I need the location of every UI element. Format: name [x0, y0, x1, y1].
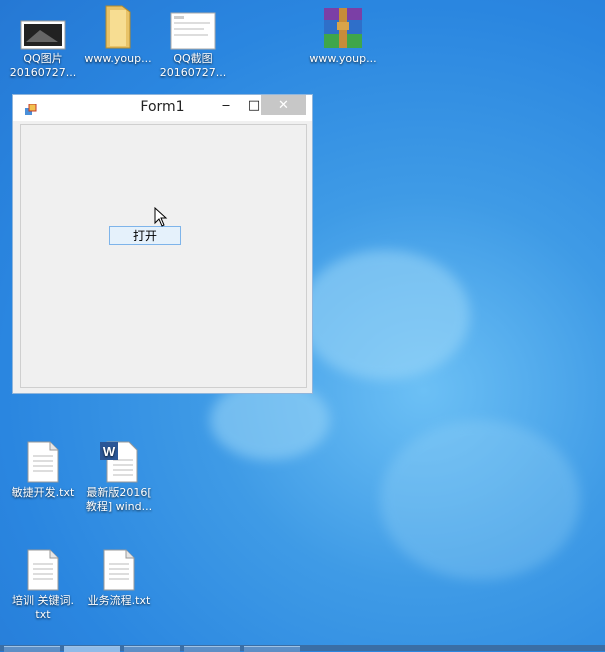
desktop-icon-folder[interactable]: www.youp... — [80, 2, 156, 66]
desktop-icon-agile-txt[interactable]: 敏捷开发.txt — [5, 436, 81, 500]
desktop-icon-qq-screenshot[interactable]: QQ截图 20160727... — [155, 2, 231, 80]
taskbar[interactable] — [0, 645, 605, 652]
taskbar-item[interactable] — [4, 646, 60, 652]
folder-icon — [94, 2, 142, 50]
taskbar-item[interactable] — [184, 646, 240, 652]
desktop-icon-qq-image[interactable]: QQ图片 20160727... — [5, 2, 81, 80]
wallpaper-splash — [300, 250, 470, 380]
desktop-icon-winrar[interactable]: www.youp... — [305, 2, 381, 66]
svg-text:W: W — [103, 444, 116, 459]
form-client-area: 打开 — [20, 124, 307, 388]
text-file-icon — [95, 544, 143, 592]
qq-screenshot-icon — [169, 2, 217, 50]
word-document-icon: W — [95, 436, 143, 484]
desktop-icon-word-doc[interactable]: W 最新版2016[ 教程] wind... — [81, 436, 157, 514]
desktop-icon-training-txt[interactable]: 培训 关键词. txt — [5, 544, 81, 622]
qq-image-icon — [19, 2, 67, 50]
mouse-cursor-icon — [154, 207, 168, 227]
taskbar-item[interactable] — [244, 646, 300, 652]
title-bar[interactable]: Form1 ‒ □ ✕ — [13, 95, 312, 121]
form1-window[interactable]: Form1 ‒ □ ✕ 打开 — [12, 94, 313, 394]
taskbar-item[interactable] — [64, 646, 120, 652]
close-button[interactable]: ✕ — [261, 95, 306, 115]
text-file-icon — [19, 544, 67, 592]
desktop-icon-process-txt[interactable]: 业务流程.txt — [81, 544, 157, 608]
taskbar-item[interactable] — [124, 646, 180, 652]
open-button[interactable]: 打开 — [109, 226, 181, 245]
winrar-archive-icon — [319, 2, 367, 50]
wallpaper-splash — [380, 420, 580, 580]
minimize-button[interactable]: ‒ — [213, 95, 239, 115]
text-file-icon — [19, 436, 67, 484]
